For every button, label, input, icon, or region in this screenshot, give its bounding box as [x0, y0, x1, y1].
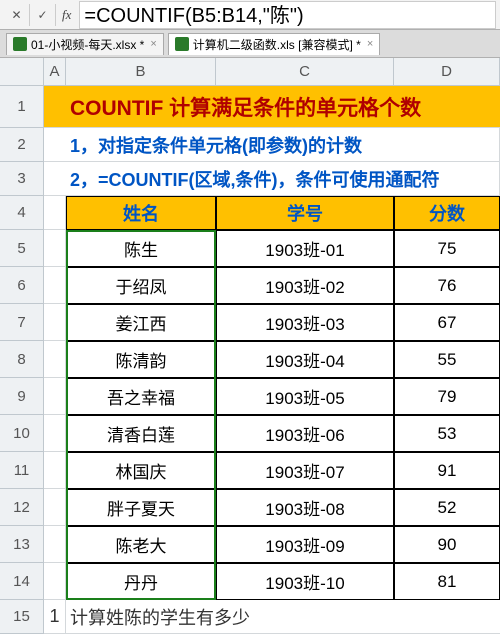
row-header[interactable]: 7: [0, 304, 44, 341]
row-header[interactable]: 10: [0, 415, 44, 452]
spreadsheet-grid[interactable]: A B C D 1 COUNTIF 计算满足条件的单元格个数 2 1，对指定条件…: [0, 58, 500, 634]
row-header[interactable]: 8: [0, 341, 44, 378]
doc-tab-2[interactable]: 计算机二级函数.xls [兼容模式] * ×: [168, 33, 380, 55]
row-header[interactable]: 5: [0, 230, 44, 267]
cell-score[interactable]: 81: [394, 563, 500, 600]
close-icon[interactable]: ×: [367, 38, 373, 50]
cell-header-id[interactable]: 学号: [216, 196, 394, 230]
fx-icon[interactable]: fx: [56, 7, 77, 23]
cell[interactable]: [44, 162, 66, 196]
cell-sub2[interactable]: 2，=COUNTIF(区域,条件)，条件可使用通配符: [66, 162, 500, 196]
cell-score[interactable]: 55: [394, 341, 500, 378]
cell[interactable]: [44, 452, 66, 489]
cell-name[interactable]: 丹丹: [66, 563, 216, 600]
doc-tab-1[interactable]: 01-小视频-每天.xlsx * ×: [6, 33, 164, 55]
formula-bar: ✕ ✓ fx =COUNTIF(B5:B14,"陈"): [0, 0, 500, 30]
cell-id[interactable]: 1903班-04: [216, 341, 394, 378]
cell-id[interactable]: 1903班-10: [216, 563, 394, 600]
cell[interactable]: [44, 563, 66, 600]
cell[interactable]: [44, 128, 66, 162]
cell[interactable]: [44, 230, 66, 267]
cell[interactable]: [44, 489, 66, 526]
cell[interactable]: 1: [44, 600, 66, 634]
row-header[interactable]: 1: [0, 86, 44, 128]
cell-id[interactable]: 1903班-01: [216, 230, 394, 267]
cell-header-name[interactable]: 姓名: [66, 196, 216, 230]
cell-header-score[interactable]: 分数: [394, 196, 500, 230]
confirm-icon[interactable]: ✓: [30, 4, 56, 26]
cell-score[interactable]: 53: [394, 415, 500, 452]
cell-score[interactable]: 79: [394, 378, 500, 415]
excel-icon: [175, 37, 189, 51]
cell-name[interactable]: 于绍凤: [66, 267, 216, 304]
cell-name[interactable]: 陈老大: [66, 526, 216, 563]
row-header[interactable]: 15: [0, 600, 44, 634]
cell[interactable]: [44, 304, 66, 341]
excel-icon: [13, 37, 27, 51]
col-header-B[interactable]: B: [66, 58, 216, 86]
cell[interactable]: [44, 341, 66, 378]
cell-id[interactable]: 1903班-06: [216, 415, 394, 452]
cell[interactable]: [44, 378, 66, 415]
cell-sub1[interactable]: 1，对指定条件单元格(即参数)的计数: [66, 128, 500, 162]
formula-input[interactable]: =COUNTIF(B5:B14,"陈"): [79, 1, 496, 29]
row-header[interactable]: 11: [0, 452, 44, 489]
cell-id[interactable]: 1903班-08: [216, 489, 394, 526]
cell-name[interactable]: 陈生: [66, 230, 216, 267]
row-header[interactable]: 9: [0, 378, 44, 415]
doc-tab-label: 01-小视频-每天.xlsx *: [31, 36, 144, 53]
row-header[interactable]: 6: [0, 267, 44, 304]
col-header-A[interactable]: A: [44, 58, 66, 86]
cell-score[interactable]: 67: [394, 304, 500, 341]
cell-id[interactable]: 1903班-07: [216, 452, 394, 489]
cell-name[interactable]: 姜江西: [66, 304, 216, 341]
cell-score[interactable]: 76: [394, 267, 500, 304]
cell-name[interactable]: 林国庆: [66, 452, 216, 489]
row-header[interactable]: 3: [0, 162, 44, 196]
doc-tab-label: 计算机二级函数.xls [兼容模式] *: [193, 36, 361, 53]
cancel-icon[interactable]: ✕: [4, 4, 30, 26]
cell[interactable]: [44, 526, 66, 563]
row-header[interactable]: 2: [0, 128, 44, 162]
cell[interactable]: [44, 196, 66, 230]
cell[interactable]: [44, 267, 66, 304]
col-header-C[interactable]: C: [216, 58, 394, 86]
cell-name[interactable]: 胖子夏天: [66, 489, 216, 526]
cell-id[interactable]: 1903班-03: [216, 304, 394, 341]
row-header[interactable]: 13: [0, 526, 44, 563]
cell-score[interactable]: 90: [394, 526, 500, 563]
cell-score[interactable]: 52: [394, 489, 500, 526]
cell-title[interactable]: COUNTIF 计算满足条件的单元格个数: [66, 86, 500, 128]
cell-id[interactable]: 1903班-05: [216, 378, 394, 415]
cell-bottom[interactable]: 计算姓陈的学生有多少: [66, 600, 500, 634]
row-header[interactable]: 12: [0, 489, 44, 526]
cell-id[interactable]: 1903班-02: [216, 267, 394, 304]
select-all-corner[interactable]: [0, 58, 44, 86]
row-header[interactable]: 4: [0, 196, 44, 230]
cell-name[interactable]: 陈清韵: [66, 341, 216, 378]
cell-score[interactable]: 91: [394, 452, 500, 489]
cell-score[interactable]: 75: [394, 230, 500, 267]
col-header-D[interactable]: D: [394, 58, 500, 86]
cell[interactable]: [44, 86, 66, 128]
document-tabs: 01-小视频-每天.xlsx * × 计算机二级函数.xls [兼容模式] * …: [0, 30, 500, 58]
cell-id[interactable]: 1903班-09: [216, 526, 394, 563]
row-header[interactable]: 14: [0, 563, 44, 600]
close-icon[interactable]: ×: [150, 38, 156, 50]
cell-name[interactable]: 吾之幸福: [66, 378, 216, 415]
cell[interactable]: [44, 415, 66, 452]
cell-name[interactable]: 清香白莲: [66, 415, 216, 452]
